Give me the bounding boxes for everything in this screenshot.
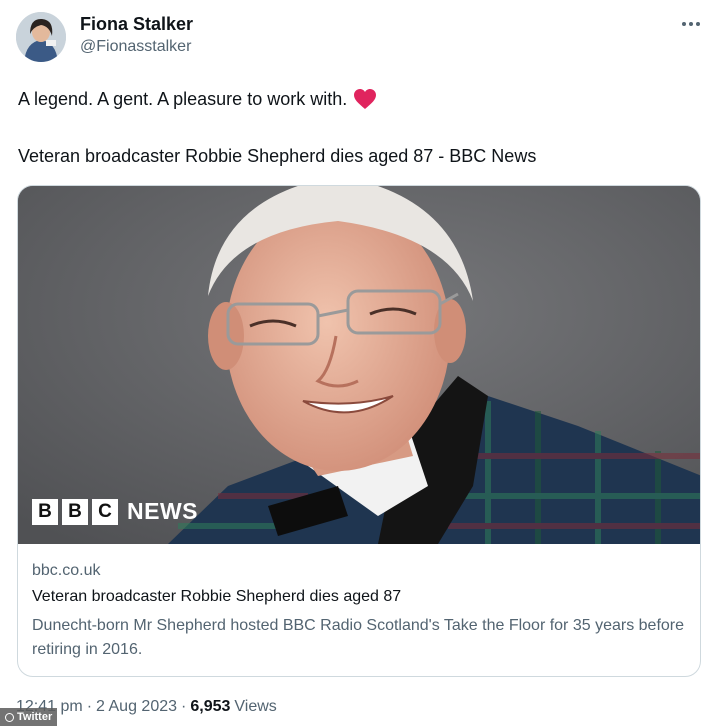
bbc-logo-block: C — [92, 498, 118, 525]
bbc-logo-word: NEWS — [127, 498, 198, 524]
bbc-logo-block: B — [62, 498, 88, 525]
source-watermark: Twitter — [0, 708, 58, 726]
tweet-text-line: A legend. A gent. A pleasure to work wit… — [18, 88, 377, 110]
meta-separator: · — [86, 698, 93, 715]
bbc-logo-block: B — [32, 498, 58, 525]
card-image[interactable]: B B C NEWS — [18, 186, 700, 544]
avatar[interactable] — [16, 12, 66, 62]
tweet-text: A legend. A gent. A pleasure to work wit… — [18, 88, 348, 109]
heart-icon — [354, 89, 377, 109]
card-description: Dunecht-born Mr Shepherd hosted BBC Radi… — [32, 617, 685, 658]
card-domain: bbc.co.uk — [32, 562, 101, 579]
tweet: Fiona Stalker @Fionasstalker A legend. A… — [0, 0, 720, 726]
bbc-news-logo: B B C NEWS — [32, 498, 198, 525]
views-count: 6,953 — [190, 698, 231, 715]
tweet-link-text[interactable]: Veteran broadcaster Robbie Shepherd dies… — [18, 146, 536, 167]
views-label: Views — [234, 698, 277, 715]
card-title[interactable]: Veteran broadcaster Robbie Shepherd dies… — [32, 588, 401, 606]
tweet-date[interactable]: 2 Aug 2023 — [96, 698, 177, 716]
copyright-icon — [5, 712, 14, 722]
more-horizontal-icon-dot — [696, 22, 700, 26]
avatar-image — [16, 12, 66, 62]
author-handle[interactable]: @Fionasstalker — [80, 38, 191, 56]
more-options-button[interactable] — [676, 12, 706, 36]
watermark-label: Twitter — [17, 711, 53, 723]
author-name[interactable]: Fiona Stalker — [80, 14, 193, 35]
portrait-photo — [18, 186, 700, 544]
meta-separator: · — [181, 698, 187, 715]
more-horizontal-icon — [682, 22, 686, 26]
more-horizontal-icon-dot — [689, 22, 693, 26]
link-preview-card[interactable]: B B C NEWS bbc.co.uk Veteran broadcaster… — [17, 185, 701, 677]
